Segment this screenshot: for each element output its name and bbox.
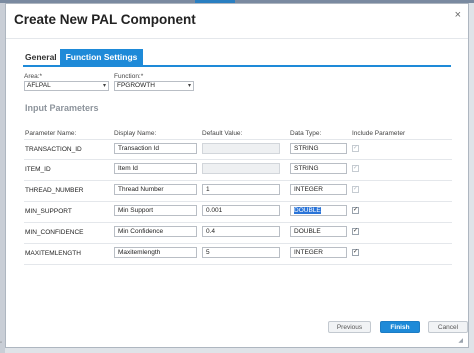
close-icon[interactable]: ×	[455, 9, 461, 21]
row-divider	[24, 243, 452, 244]
function-select-value: FPGROWTH	[117, 82, 155, 89]
default-value-input	[202, 143, 280, 154]
data-type-input[interactable]: STRING	[290, 143, 347, 154]
data-type-input[interactable]: STRING	[290, 163, 347, 174]
previous-button[interactable]: Previous	[328, 321, 371, 333]
display-name-input[interactable]: Item Id	[114, 163, 197, 174]
column-header-parameter-name: Parameter Name:	[25, 130, 77, 137]
title-divider	[6, 38, 468, 39]
finish-button[interactable]: Finish	[380, 321, 420, 333]
param-name-cell: TRANSACTION_ID	[25, 146, 82, 153]
data-type-selected-text: DOUBLE	[294, 207, 321, 214]
corner-marker-icon: ◦	[0, 340, 3, 346]
area-select[interactable]: AFLPAL ▾	[24, 81, 109, 91]
data-type-input[interactable]: DOUBLE	[290, 226, 347, 237]
default-value-input	[202, 163, 280, 174]
area-select-value: AFLPAL	[27, 82, 51, 89]
display-name-input[interactable]: Thread Number	[114, 184, 197, 195]
column-header-default-value: Default Value:	[202, 130, 243, 137]
column-header-display-name: Display Name:	[114, 130, 157, 137]
include-parameter-checkbox[interactable]: ✓	[352, 249, 359, 256]
column-header-data-type: Data Type:	[290, 130, 322, 137]
dialog-title: Create New PAL Component	[14, 12, 196, 27]
data-type-input[interactable]: DOUBLE	[290, 205, 347, 216]
data-type-input[interactable]: INTEGER	[290, 184, 347, 195]
param-name-cell: THREAD_NUMBER	[25, 187, 84, 194]
default-value-input[interactable]: 0.4	[202, 226, 280, 237]
row-divider	[24, 201, 452, 202]
column-header-include-parameter: Include Parameter	[352, 130, 406, 137]
data-type-input[interactable]: INTEGER	[290, 247, 347, 258]
param-name-cell: MIN_SUPPORT	[25, 208, 72, 215]
include-parameter-checkbox: ✓	[352, 186, 359, 193]
param-name-cell: MAXITEMLENGTH	[25, 250, 81, 257]
row-divider	[24, 159, 452, 160]
area-label: Area:*	[24, 73, 43, 80]
row-divider	[24, 222, 452, 223]
create-pal-component-dialog: Create New PAL Component × General Funct…	[5, 3, 469, 348]
chevron-down-icon: ▾	[187, 83, 191, 89]
resize-handle-icon[interactable]: ◢	[458, 337, 463, 344]
function-select[interactable]: FPGROWTH ▾	[114, 81, 194, 91]
param-name-cell: MIN_CONFIDENCE	[25, 229, 84, 236]
include-parameter-checkbox: ✓	[352, 145, 359, 152]
default-value-input[interactable]: 0.001	[202, 205, 280, 216]
cancel-button[interactable]: Cancel	[428, 321, 468, 333]
row-divider	[24, 264, 452, 265]
section-title-input-parameters: Input Parameters	[25, 103, 99, 113]
row-divider	[24, 180, 452, 181]
tab-underline	[23, 65, 451, 67]
display-name-input[interactable]: Min Support	[114, 205, 197, 216]
param-name-cell: ITEM_ID	[25, 166, 51, 173]
include-parameter-checkbox[interactable]: ✓	[352, 228, 359, 235]
table-header-divider	[24, 139, 452, 140]
include-parameter-checkbox: ✓	[352, 165, 359, 172]
tab-general[interactable]: General	[25, 52, 57, 62]
function-label: Function:*	[114, 73, 144, 80]
display-name-input[interactable]: Maxitemlength	[114, 247, 197, 258]
default-value-input[interactable]: 1	[202, 184, 280, 195]
chevron-down-icon: ▾	[102, 83, 106, 89]
display-name-input[interactable]: Min Confidence	[114, 226, 197, 237]
include-parameter-checkbox[interactable]: ✓	[352, 207, 359, 214]
default-value-input[interactable]: 5	[202, 247, 280, 258]
display-name-input[interactable]: Transaction Id	[114, 143, 197, 154]
tab-function-settings[interactable]: Function Settings	[60, 49, 143, 65]
